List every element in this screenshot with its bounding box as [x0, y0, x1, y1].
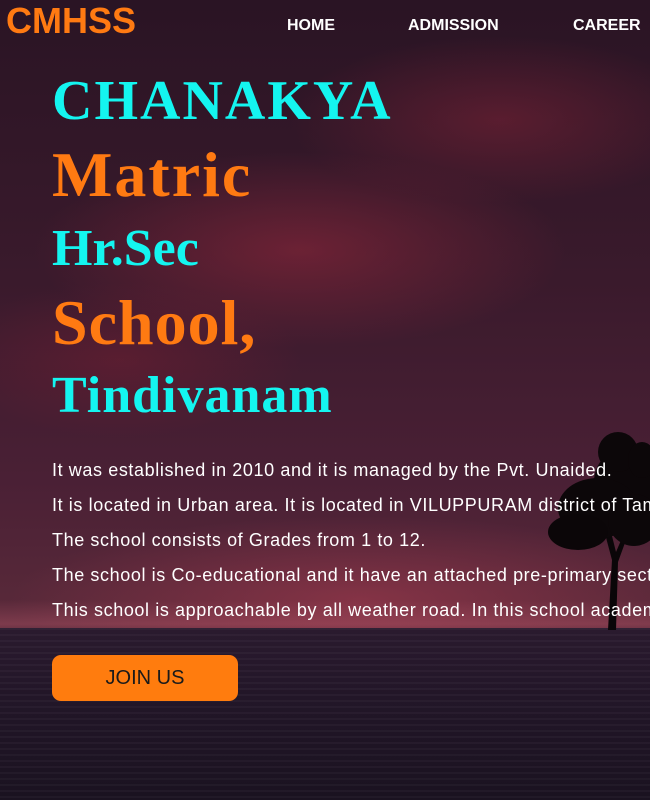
nav-link-admission[interactable]: ADMISSION	[408, 16, 499, 36]
title-line-location: Tindivanam	[52, 367, 333, 424]
navbar: CMHSS HOME ADMISSION CAREER	[0, 0, 650, 52]
title-line-matric: Matric	[52, 139, 253, 210]
description-line: The school consists of Grades from 1 to …	[52, 530, 426, 550]
title-line-hrsec: Hr.Sec	[52, 220, 199, 277]
description-line: The school is Co-educational and it have…	[52, 565, 650, 585]
sea-image	[0, 628, 650, 800]
title-line-school: School,	[52, 287, 257, 358]
nav-link-home[interactable]: HOME	[287, 16, 335, 36]
hero-title: CHANAKYA Matric Hr.Sec School, Tindivana…	[52, 66, 612, 430]
nav-link-career[interactable]: CAREER	[573, 16, 641, 36]
description-line: It is located in Urban area. It is locat…	[52, 495, 650, 515]
title-line-school-name: CHANAKYA	[52, 70, 393, 132]
join-us-button[interactable]: JOIN US	[52, 655, 238, 701]
hero-description: It was established in 2010 and it is man…	[52, 453, 650, 628]
description-line: It was established in 2010 and it is man…	[52, 460, 613, 480]
site-logo[interactable]: CMHSS	[6, 0, 136, 42]
description-line: This school is approachable by all weath…	[52, 600, 650, 620]
